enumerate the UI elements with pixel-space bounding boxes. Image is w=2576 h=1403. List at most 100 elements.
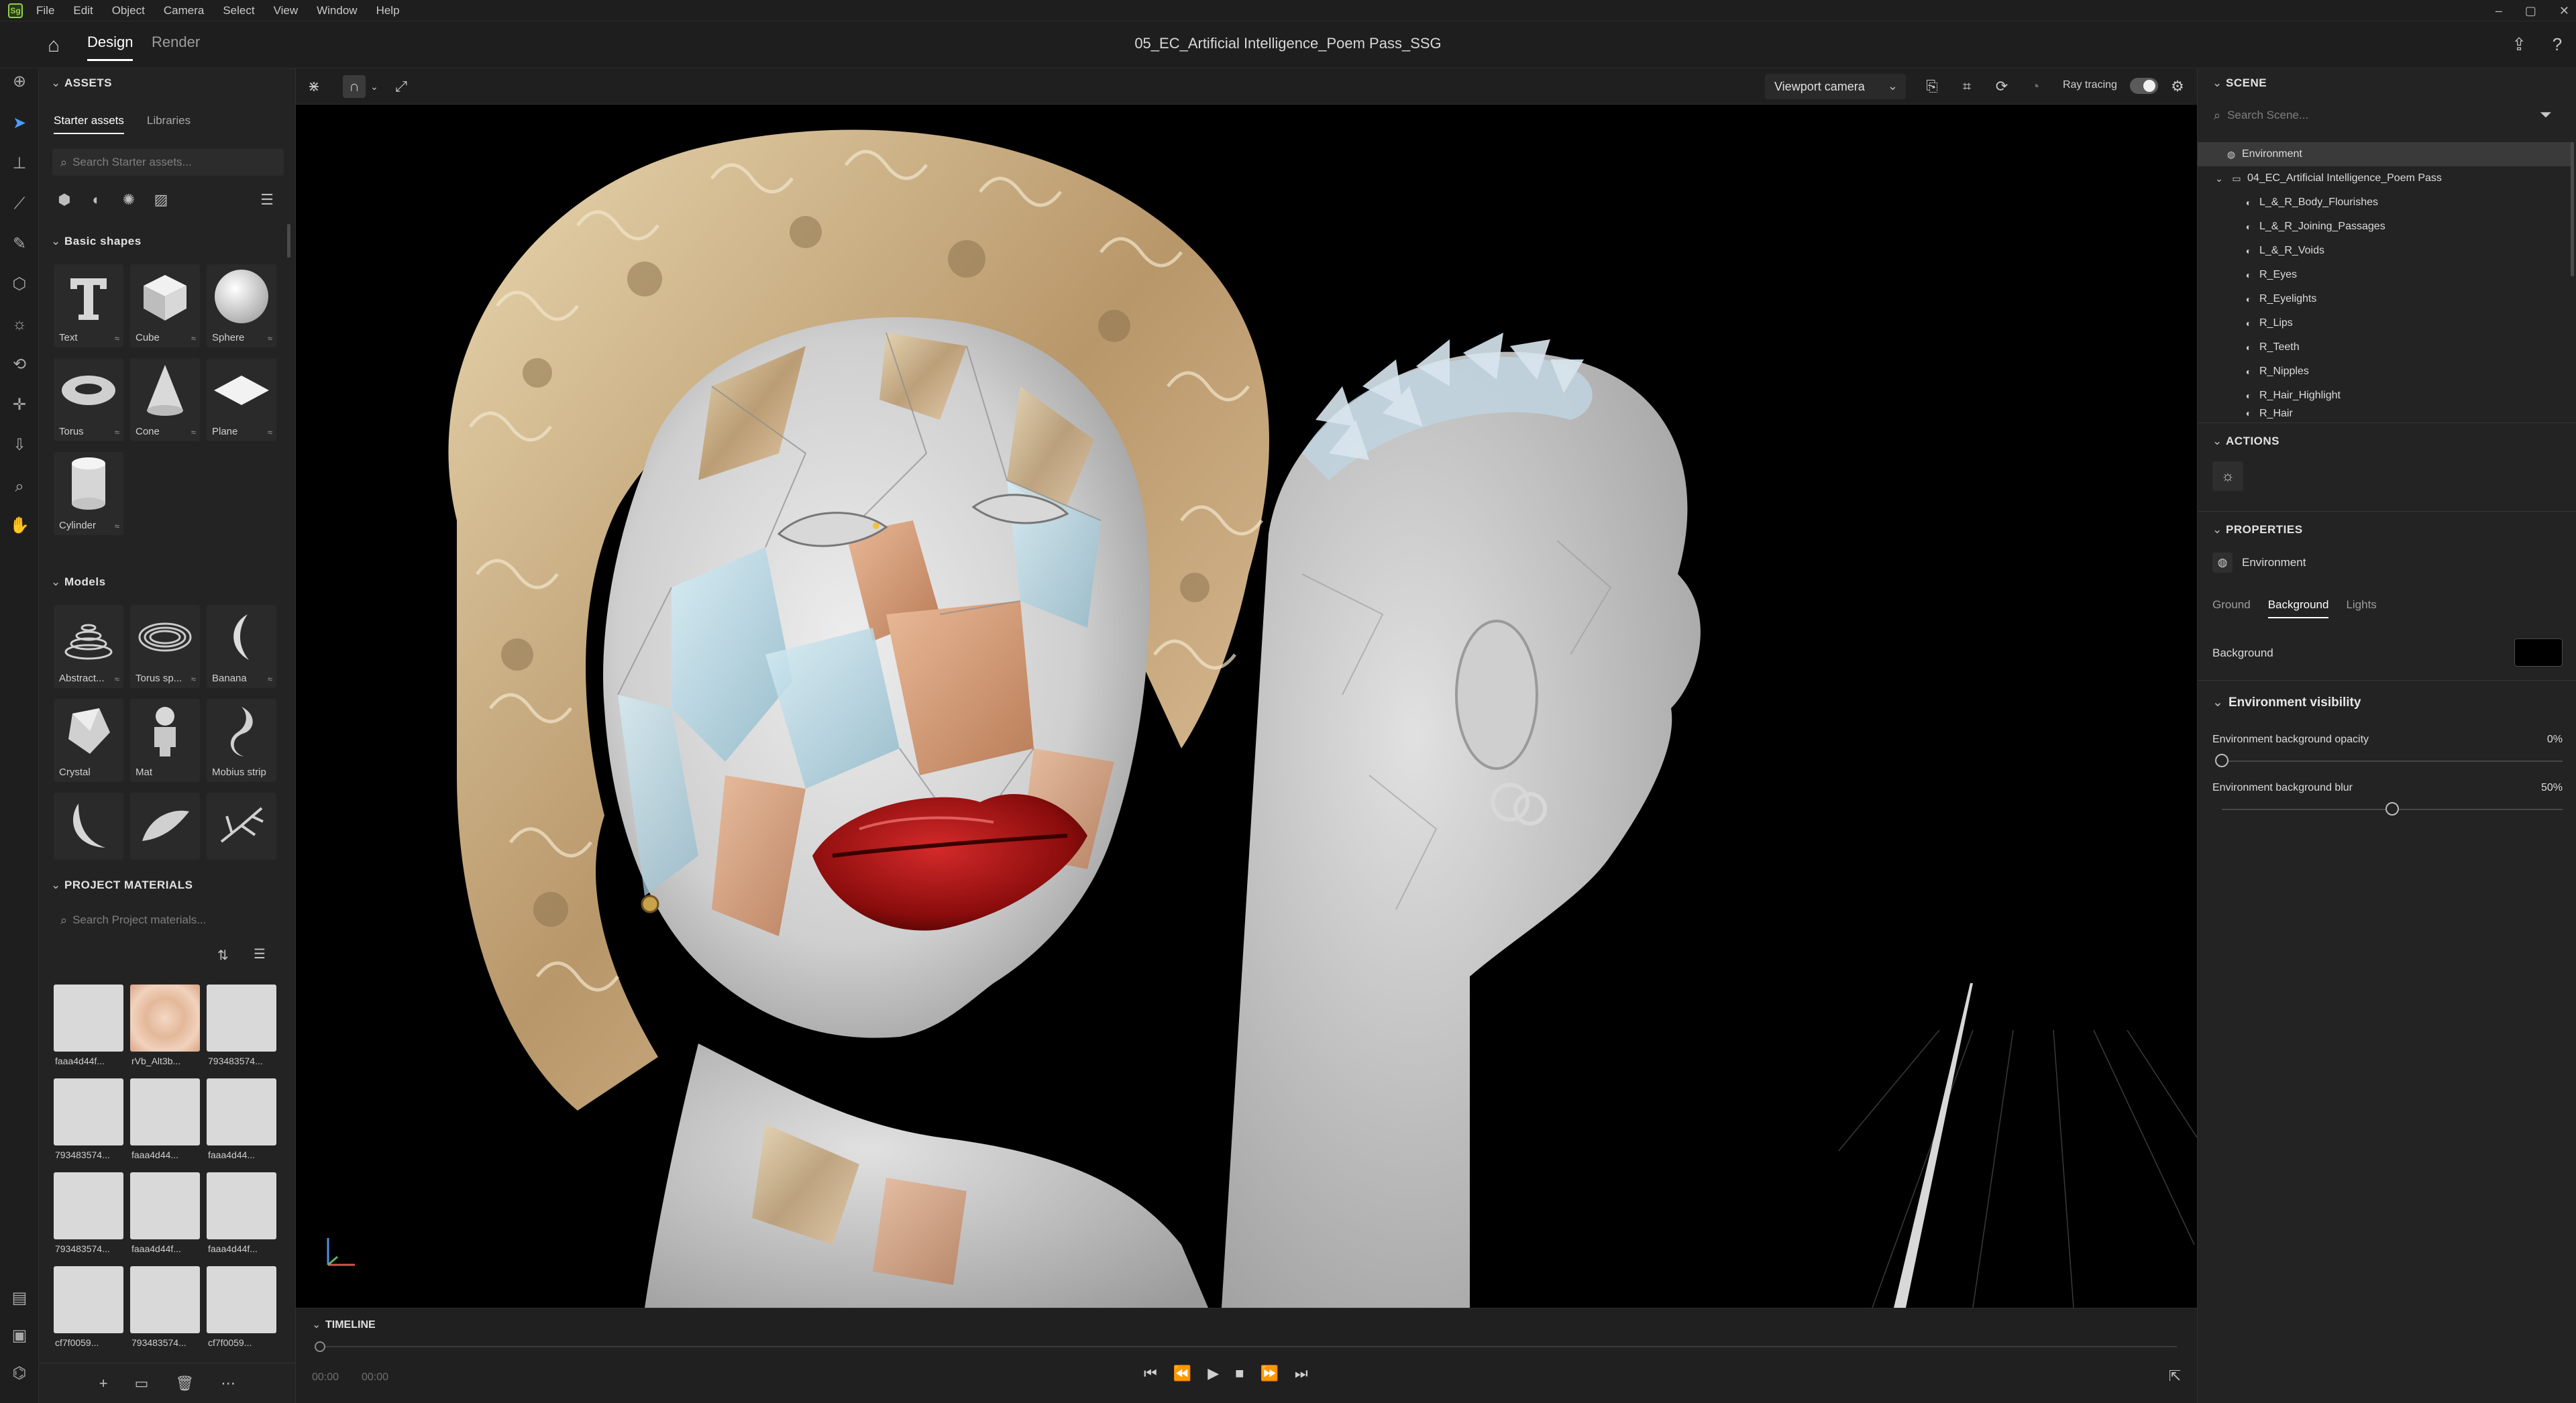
viewport-canvas[interactable] [296, 105, 2197, 1308]
options-icon[interactable]: ≈ [268, 674, 272, 684]
options-icon[interactable]: ≈ [115, 427, 119, 437]
options-icon[interactable]: ≈ [115, 674, 119, 684]
chevron-down-icon[interactable]: ⌄ [363, 75, 386, 98]
options-icon[interactable]: ≈ [268, 333, 272, 343]
lights-filter-icon[interactable]: ✺ [119, 190, 138, 209]
options-icon[interactable]: ≈ [115, 521, 119, 531]
list-view-icon[interactable]: ☰ [258, 190, 276, 209]
briefcase-icon[interactable]: ▣ [6, 1323, 33, 1349]
model-mobius-strip[interactable]: Mobius strip [207, 699, 276, 782]
material-tile[interactable]: faaa4d44... [130, 1078, 200, 1166]
scene-item[interactable]: ◐ R_Lips [2198, 311, 2573, 335]
maximize-icon[interactable]: ▢ [2525, 4, 2536, 18]
scene-item[interactable]: ◐ R_Nipples [2198, 359, 2573, 384]
tab-libraries[interactable]: Libraries [147, 114, 191, 134]
archive-icon[interactable]: ▤ [6, 1285, 33, 1312]
model-branch[interactable] [207, 793, 276, 860]
share-icon[interactable]: ⇪ [2506, 31, 2532, 58]
asset-plane[interactable]: Plane ≈ [207, 358, 276, 441]
model-crescent[interactable] [54, 793, 123, 860]
light-tool-icon[interactable]: ☼ [6, 311, 33, 338]
models-header[interactable]: ⌄ Models [51, 575, 106, 589]
sort-icon[interactable]: ⇅ [217, 947, 229, 964]
scene-search[interactable]: ⌕ [2210, 102, 2525, 129]
settings-icon[interactable]: ⚙ [2166, 75, 2189, 98]
scene-header[interactable]: ⌄ SCENE [2212, 76, 2267, 90]
skip-end-icon[interactable]: ⏭ [1295, 1365, 1308, 1382]
model-mat[interactable]: Mat [130, 699, 200, 782]
zoom-icon[interactable]: ⌕ [6, 473, 33, 500]
project-materials-header[interactable]: ⌄ PROJECT MATERIALS [51, 879, 193, 892]
menu-select[interactable]: Select [223, 4, 254, 17]
options-icon[interactable]: ≈ [115, 333, 119, 343]
chevron-down-icon[interactable]: ⌄ [2212, 173, 2226, 184]
assets-search-input[interactable] [72, 156, 268, 169]
hand-icon[interactable]: ✋ [6, 512, 33, 539]
folder-icon[interactable]: ▭ [135, 1375, 149, 1392]
opacity-slider-handle[interactable] [2215, 754, 2229, 767]
add-icon[interactable]: ⊕ [6, 68, 33, 95]
skip-start-icon[interactable]: ⏮ [1144, 1365, 1157, 1382]
playhead-handle[interactable] [315, 1341, 325, 1352]
materials-search-input[interactable] [72, 913, 268, 927]
add-icon[interactable]: + [99, 1375, 108, 1392]
scene-item[interactable]: ◐ R_Hair [2198, 408, 2573, 421]
camera-dropdown[interactable]: Viewport camera ⌄ [1765, 74, 1906, 99]
orbit-camera-icon[interactable]: ⟳ [1990, 75, 2013, 98]
material-tile[interactable]: 793483574... [54, 1078, 123, 1166]
ray-tracing-toggle[interactable] [2130, 78, 2158, 94]
menu-edit[interactable]: Edit [73, 4, 93, 17]
material-tile[interactable]: faaa4d44f... [207, 1172, 276, 1259]
orbit-icon[interactable]: ⟲ [6, 351, 33, 378]
material-tile[interactable]: cf7f0059... [207, 1266, 276, 1353]
close-icon[interactable]: ✕ [2559, 4, 2569, 18]
scene-search-input[interactable] [2227, 109, 2496, 122]
scene-item[interactable]: ◐ R_Teeth [2198, 335, 2573, 359]
more-icon[interactable]: ⋯ [221, 1375, 235, 1392]
menu-window[interactable]: Window [317, 4, 357, 17]
asset-cone[interactable]: Cone ≈ [130, 358, 200, 441]
blur-slider-handle[interactable] [2385, 802, 2399, 816]
model-abstract[interactable]: Abstract... ≈ [54, 605, 123, 688]
frame-camera-icon[interactable]: ⌗ [1955, 75, 1978, 98]
timeline-track[interactable] [319, 1346, 2177, 1347]
images-filter-icon[interactable]: ▨ [152, 190, 170, 209]
material-tile[interactable]: 793483574... [207, 985, 276, 1072]
trash-icon[interactable]: 🗑 [175, 1375, 194, 1392]
model-leaf[interactable] [130, 793, 200, 860]
scene-item[interactable]: ◐ R_Hair_Highlight [2198, 384, 2573, 408]
asset-cylinder[interactable]: Cylinder ≈ [54, 452, 123, 535]
materials-filter-icon[interactable]: ◐ [87, 190, 106, 209]
menu-file[interactable]: File [36, 4, 54, 17]
scrollbar[interactable] [2571, 142, 2574, 276]
properties-header[interactable]: ⌄ PROPERTIES [2212, 523, 2303, 537]
pan-icon[interactable]: ✛ [6, 392, 33, 418]
scene-item[interactable]: ◐ R_Eyes [2198, 263, 2573, 287]
scrollbar[interactable] [287, 224, 290, 258]
menu-help[interactable]: Help [376, 4, 400, 17]
scene-item[interactable]: ◐ L_&_R_Joining_Passages [2198, 215, 2573, 239]
help-icon[interactable]: ? [2544, 31, 2571, 58]
magnet-icon[interactable]: ∩ [343, 75, 366, 98]
tab-lights[interactable]: Lights [2346, 598, 2376, 618]
model-torus-spiral[interactable]: Torus sp... ≈ [130, 605, 200, 688]
menu-object[interactable]: Object [112, 4, 145, 17]
opacity-slider-track[interactable] [2222, 761, 2563, 762]
camera-bookmark-icon[interactable]: ⎘ [1921, 75, 1943, 98]
material-tile[interactable]: rVb_Alt3b... [130, 985, 200, 1072]
asset-sphere[interactable]: Sphere ≈ [207, 264, 276, 347]
menu-camera[interactable]: Camera [164, 4, 204, 17]
list-view-icon[interactable]: ☰ [254, 946, 266, 962]
cube-tool-icon[interactable]: ⬡ [6, 271, 33, 298]
basic-shapes-header[interactable]: ⌄ Basic shapes [51, 235, 142, 248]
model-crystal[interactable]: Crystal [54, 699, 123, 782]
material-tile[interactable]: faaa4d44... [207, 1078, 276, 1166]
options-icon[interactable]: ≈ [191, 427, 196, 437]
scene-item[interactable]: ◐ L_&_R_Voids [2198, 239, 2573, 263]
play-icon[interactable]: ▶ [1208, 1365, 1219, 1382]
actions-header[interactable]: ⌄ ACTIONS [2212, 435, 2279, 448]
step-forward-icon[interactable]: ⏩ [1260, 1365, 1278, 1382]
dolly-icon[interactable]: ⇩ [6, 432, 33, 459]
eyedropper-icon[interactable]: ✎ [6, 231, 33, 258]
render-preview-icon[interactable]: ◔ [2024, 75, 2047, 98]
